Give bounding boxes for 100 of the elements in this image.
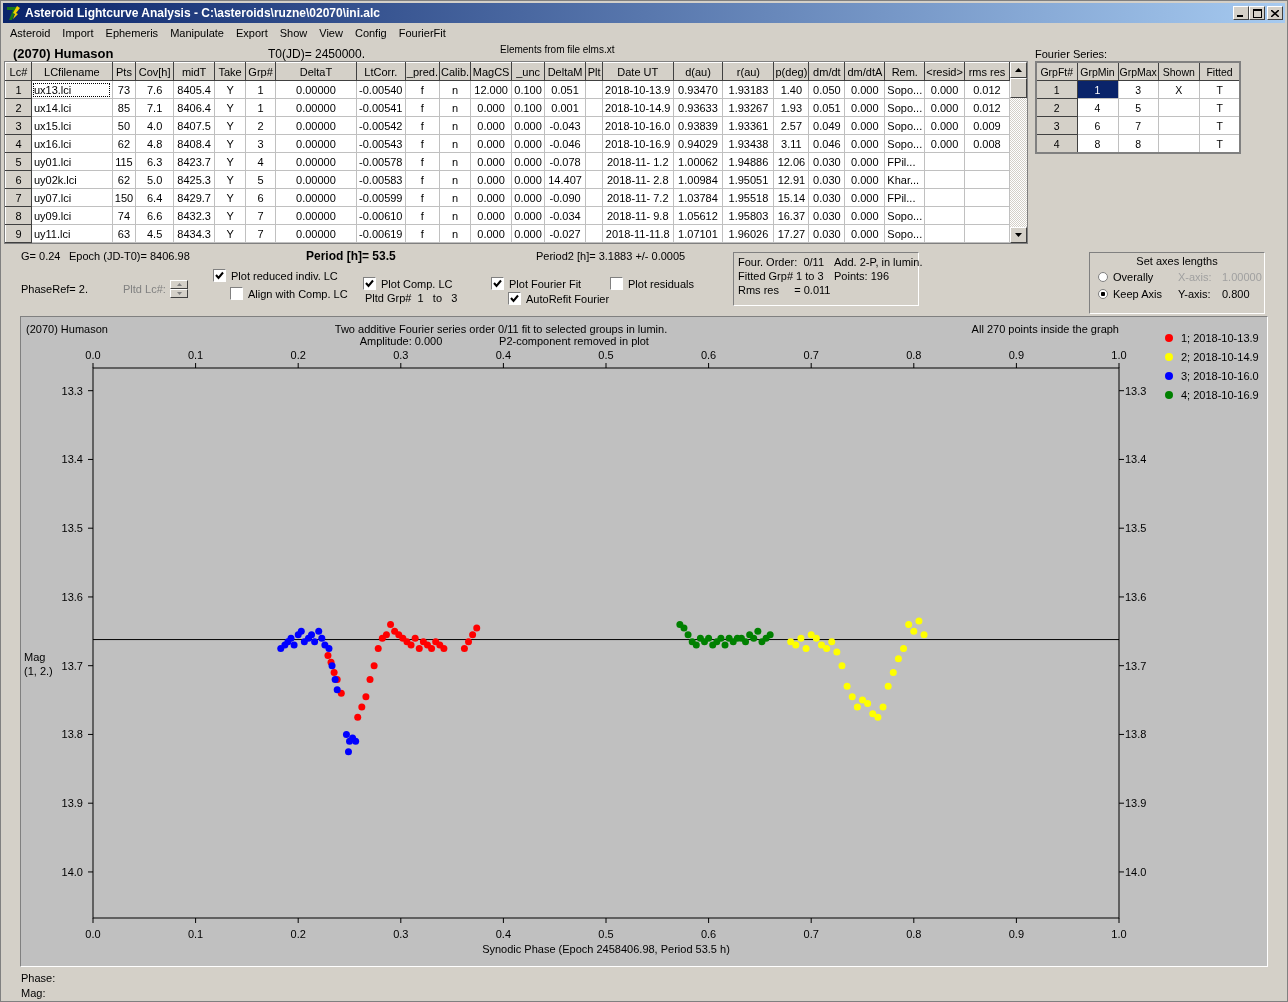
menu-item[interactable]: Ephemeris (99, 26, 165, 39)
radio-option[interactable]: Overally (1098, 270, 1178, 283)
column-header[interactable]: Cov[h] (135, 62, 174, 81)
column-header[interactable]: rms res (964, 62, 1010, 81)
menu-item[interactable]: Import (56, 26, 100, 39)
table-cell[interactable]: 3 (1118, 80, 1159, 99)
table-cell: Sopo... (884, 134, 925, 153)
plot-fourier-checkbox[interactable]: Plot Fourier Fit (491, 276, 610, 291)
column-header[interactable]: DeltaM (544, 62, 586, 81)
column-header[interactable]: LtCorr. (356, 62, 406, 81)
table-cell: 0.000 (470, 134, 512, 153)
column-header[interactable]: p(deg) (773, 62, 809, 81)
table-cell: Y (214, 98, 246, 117)
table-cell[interactable]: 6 (1077, 116, 1118, 135)
column-header[interactable]: midT (173, 62, 215, 81)
plot-comp-checkbox[interactable]: Plot Comp. LC (363, 276, 491, 291)
menu-item[interactable]: Manipulate (164, 26, 230, 39)
table-cell: 1.95803 (722, 206, 774, 225)
menu-item[interactable]: Export (229, 26, 274, 39)
table-cell[interactable]: X (1158, 80, 1200, 99)
column-header[interactable]: dm/dt (808, 62, 845, 81)
column-header[interactable]: <resid> (924, 62, 965, 81)
column-header[interactable]: d(au) (673, 62, 723, 81)
empty-cell (585, 98, 603, 117)
close-button[interactable] (1267, 6, 1283, 20)
menu-item[interactable]: Config (348, 26, 393, 39)
axis-tick-label: 0.7 (803, 928, 819, 940)
data-point (354, 713, 362, 721)
column-header[interactable]: Grp# (245, 62, 276, 81)
table-cell: ux13.lci (31, 80, 113, 99)
maximize-button[interactable] (1249, 6, 1265, 20)
align-checkbox[interactable]: Align with Comp. LC (230, 286, 363, 301)
column-header[interactable]: DeltaT (275, 62, 357, 81)
autorefit-checkbox[interactable]: AutoRefit Fourier (508, 291, 610, 306)
table-cell: uy11.lci (31, 224, 113, 243)
table-cell[interactable]: 7 (1118, 116, 1159, 135)
column-header[interactable]: r(au) (722, 62, 774, 81)
table-cell: 0.000 (924, 116, 965, 135)
column-header[interactable]: MagCS (470, 62, 512, 81)
table-cell: 12.91 (773, 170, 809, 189)
empty-cell (924, 224, 965, 243)
column-header[interactable]: Lc# (5, 62, 32, 81)
column-header[interactable]: GrpMin (1077, 62, 1118, 81)
spinner[interactable] (170, 280, 188, 298)
axis-tick-label: 0.3 (393, 349, 409, 361)
axis-tick-label: 0.1 (187, 349, 204, 361)
table-cell: n (439, 80, 471, 99)
table-cell: 0.000 (511, 152, 545, 171)
axis-tick-label: 0.4 (495, 349, 512, 361)
column-header[interactable]: dm/dtA (844, 62, 885, 81)
table-cell: n (439, 152, 471, 171)
radio-option[interactable]: Keep Axis (1098, 287, 1178, 300)
column-header[interactable]: Take (214, 62, 246, 81)
table-cell: uy01.lci (31, 152, 113, 171)
table-cell: 115 (112, 152, 136, 171)
plot-residuals-checkbox[interactable]: Plot residuals (610, 276, 695, 291)
table-cell[interactable]: 4 (1077, 98, 1118, 117)
table-cell: 8407.5 (173, 116, 215, 135)
data-point (848, 693, 856, 701)
table-cell: 0.000 (511, 134, 545, 153)
plot-reduced-checkbox[interactable]: Plot reduced indiv. LC (213, 268, 363, 283)
table-cell: 0.000 (511, 116, 545, 135)
menu-item[interactable]: Asteroid (4, 26, 57, 39)
table-cell: 0.000 (844, 116, 885, 135)
table-cell: 2018-11- 2.8 (602, 170, 673, 189)
column-header[interactable]: Calib. (439, 62, 471, 81)
column-header[interactable]: GrpFt# (1036, 62, 1077, 81)
table-cell[interactable]: 5 (1118, 98, 1159, 117)
column-header[interactable]: _pred. (405, 62, 440, 81)
column-header[interactable]: Shown (1158, 62, 1200, 81)
empty-cell (585, 116, 603, 135)
table-cell: 0.93633 (673, 98, 723, 117)
table-cell: 0.000 (844, 170, 885, 189)
scrollbar[interactable] (1010, 62, 1027, 243)
table-cell: -0.00610 (356, 206, 406, 225)
legend-label: 4; 2018-10-16.9 (1181, 389, 1259, 401)
column-header[interactable]: Rem. (884, 62, 925, 81)
fit-summary-text: Add. 2-P, in lumin. (834, 256, 924, 268)
table-cell: Sopo... (884, 116, 925, 135)
axis-tick-label: 0.0 (85, 349, 101, 361)
axis-tick-label: 14.0 (1125, 865, 1147, 878)
menu-item[interactable]: Show (273, 26, 314, 39)
table-cell: 2018-11-11.8 (602, 224, 673, 243)
up-arrow-icon (1015, 68, 1022, 72)
column-header[interactable]: LCfilename (31, 62, 113, 81)
menu-item[interactable]: FourierFit (392, 26, 452, 39)
menu-item[interactable]: View (313, 26, 349, 39)
column-header[interactable]: Date UT (602, 62, 673, 81)
plot-note: P2-component removed in plot (499, 335, 649, 347)
table-cell: -0.034 (544, 206, 586, 225)
column-header[interactable]: GrpMax (1118, 62, 1159, 81)
empty-cell (964, 224, 1010, 243)
minimize-button[interactable] (1233, 6, 1249, 20)
app-icon (5, 5, 21, 21)
table-cell: 3 (245, 134, 276, 153)
scrollbar-thumb[interactable] (1010, 78, 1027, 98)
column-header[interactable]: Fitted (1199, 62, 1241, 81)
column-header[interactable]: _unc (511, 62, 545, 81)
table-cell: 1.07101 (673, 224, 723, 243)
column-header[interactable]: Pts (112, 62, 136, 81)
